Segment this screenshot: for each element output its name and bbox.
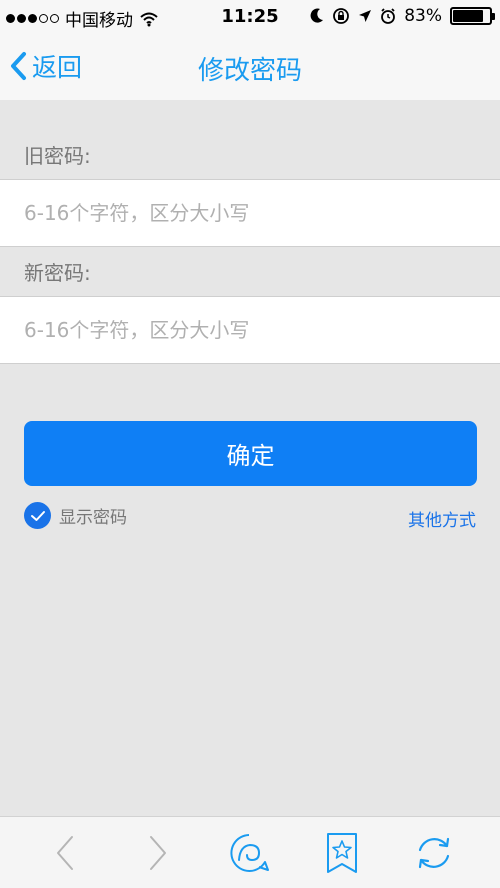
status-right: 83% [310,6,495,26]
old-password-row [0,179,500,247]
confirm-button[interactable]: 确定 [24,421,477,486]
old-password-input[interactable] [0,180,500,246]
carrier-name: 中国移动 [65,11,133,31]
new-password-label: 新密码: [24,261,91,285]
status-bar: 中国移动 11:25 83% [0,0,500,34]
show-password-toggle[interactable]: 显示密码 [24,502,127,529]
wifi-icon [140,12,158,26]
back-arrow-icon[interactable] [44,831,88,875]
moon-icon [310,8,324,23]
other-way-link[interactable]: 其他方式 [408,506,476,531]
back-label: 返回 [32,53,83,82]
chevron-left-icon [11,52,26,80]
show-password-label: 显示密码 [59,508,127,528]
checkmark-icon[interactable] [24,502,51,529]
status-left: 中国移动 [6,6,159,31]
home-chat-icon[interactable] [227,831,271,875]
new-password-row [0,296,500,364]
alarm-icon [381,8,396,24]
bottom-toolbar [0,816,500,888]
refresh-icon[interactable] [412,831,456,875]
battery-icon [450,7,495,25]
old-password-label: 旧密码: [24,144,91,168]
bookmark-star-icon[interactable] [320,831,364,875]
new-password-input[interactable] [0,297,500,363]
forward-arrow-icon[interactable] [135,831,179,875]
rotation-lock-icon [333,8,350,24]
battery-percent: 83% [404,6,442,26]
signal-strength-icon [6,14,59,23]
location-icon [359,10,372,22]
back-button[interactable]: 返回 [8,48,82,84]
nav-bar: 返回 修改密码 [0,34,500,100]
battery-fill [453,10,483,22]
